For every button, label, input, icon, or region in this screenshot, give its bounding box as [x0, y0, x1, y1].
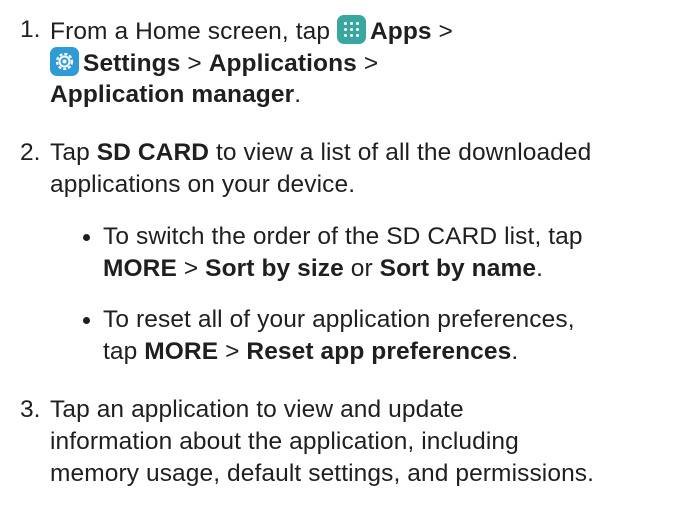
bullet-dot	[83, 234, 90, 241]
bullet-1-line-2: MORE > Sort by size or Sort by name.	[103, 255, 544, 282]
step-3-line-1: Tap an application to view and update	[50, 396, 464, 423]
instruction-document: 1. From a Home screen, tap Apps > Settin…	[0, 0, 683, 510]
step-number: 3.	[20, 396, 41, 423]
settings-icon	[50, 47, 79, 76]
step-number: 1.	[20, 16, 41, 43]
step-2-line-2: applications on your device.	[50, 171, 356, 198]
step-3-line-3: memory usage, default settings, and perm…	[50, 460, 595, 487]
step-1-line-1: From a Home screen, tap Apps >	[50, 15, 453, 47]
step-2-line-1: Tap SD CARD to view a list of all the do…	[50, 139, 592, 166]
step-3-line-2: information about the application, inclu…	[50, 428, 519, 455]
bullet-2-line-2: tap MORE > Reset app preferences.	[103, 338, 519, 365]
bullet-1-line-1: To switch the order of the SD CARD list,…	[103, 223, 583, 250]
apps-icon	[336, 15, 366, 44]
step-1-line-2: Settings > Applications >	[50, 47, 378, 79]
step-1-line-3: Application manager.	[50, 81, 302, 108]
step-number: 2.	[20, 139, 41, 166]
bullet-2-line-1: To reset all of your application prefere…	[103, 306, 575, 333]
bullet-dot	[83, 317, 90, 324]
